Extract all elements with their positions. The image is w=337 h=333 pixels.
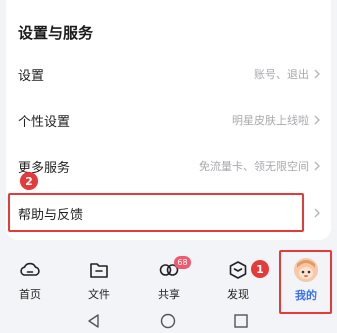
step-1-badge: 1 (251, 260, 269, 278)
tab-label: 共享 (158, 288, 180, 301)
more-services-row[interactable]: 更多服务 免流量卡、领无限空间 (6, 149, 331, 183)
system-navigation-bar (0, 309, 337, 333)
home-circle-icon[interactable] (160, 313, 176, 329)
section-title: 设置与服务 (18, 24, 94, 42)
settings-row[interactable]: 设置 账号、退出 (6, 57, 331, 91)
mine-tab-highlight (279, 250, 332, 314)
row-value: 明星皮肤上线啦 (232, 114, 309, 127)
discover-cube-icon (229, 261, 247, 279)
tab-label: 文件 (88, 288, 110, 301)
row-label: 设置 (18, 68, 45, 84)
row-label: 个性设置 (18, 114, 71, 130)
home-cloud-icon (20, 262, 40, 276)
chevron-right-icon (314, 115, 320, 125)
step-2-badge: 2 (20, 172, 38, 190)
tab-files[interactable]: 文件 (71, 253, 127, 307)
help-feedback-highlight (8, 193, 304, 232)
chevron-right-icon (314, 208, 320, 218)
tab-label: 发现 (227, 288, 249, 301)
row-value: 免流量卡、领无限空间 (199, 160, 309, 173)
recent-square-icon[interactable] (233, 313, 249, 329)
tab-label: 首页 (19, 288, 41, 301)
chevron-right-icon (314, 69, 320, 79)
personalization-row[interactable]: 个性设置 明星皮肤上线啦 (6, 103, 331, 137)
row-value: 账号、退出 (254, 68, 309, 81)
chevron-right-icon (314, 161, 320, 171)
share-count-badge: 68 (174, 256, 191, 269)
tab-home[interactable]: 首页 (2, 253, 58, 307)
folder-icon (90, 263, 108, 278)
back-triangle-icon[interactable] (86, 313, 102, 329)
tab-share[interactable]: 68 共享 (141, 253, 197, 307)
